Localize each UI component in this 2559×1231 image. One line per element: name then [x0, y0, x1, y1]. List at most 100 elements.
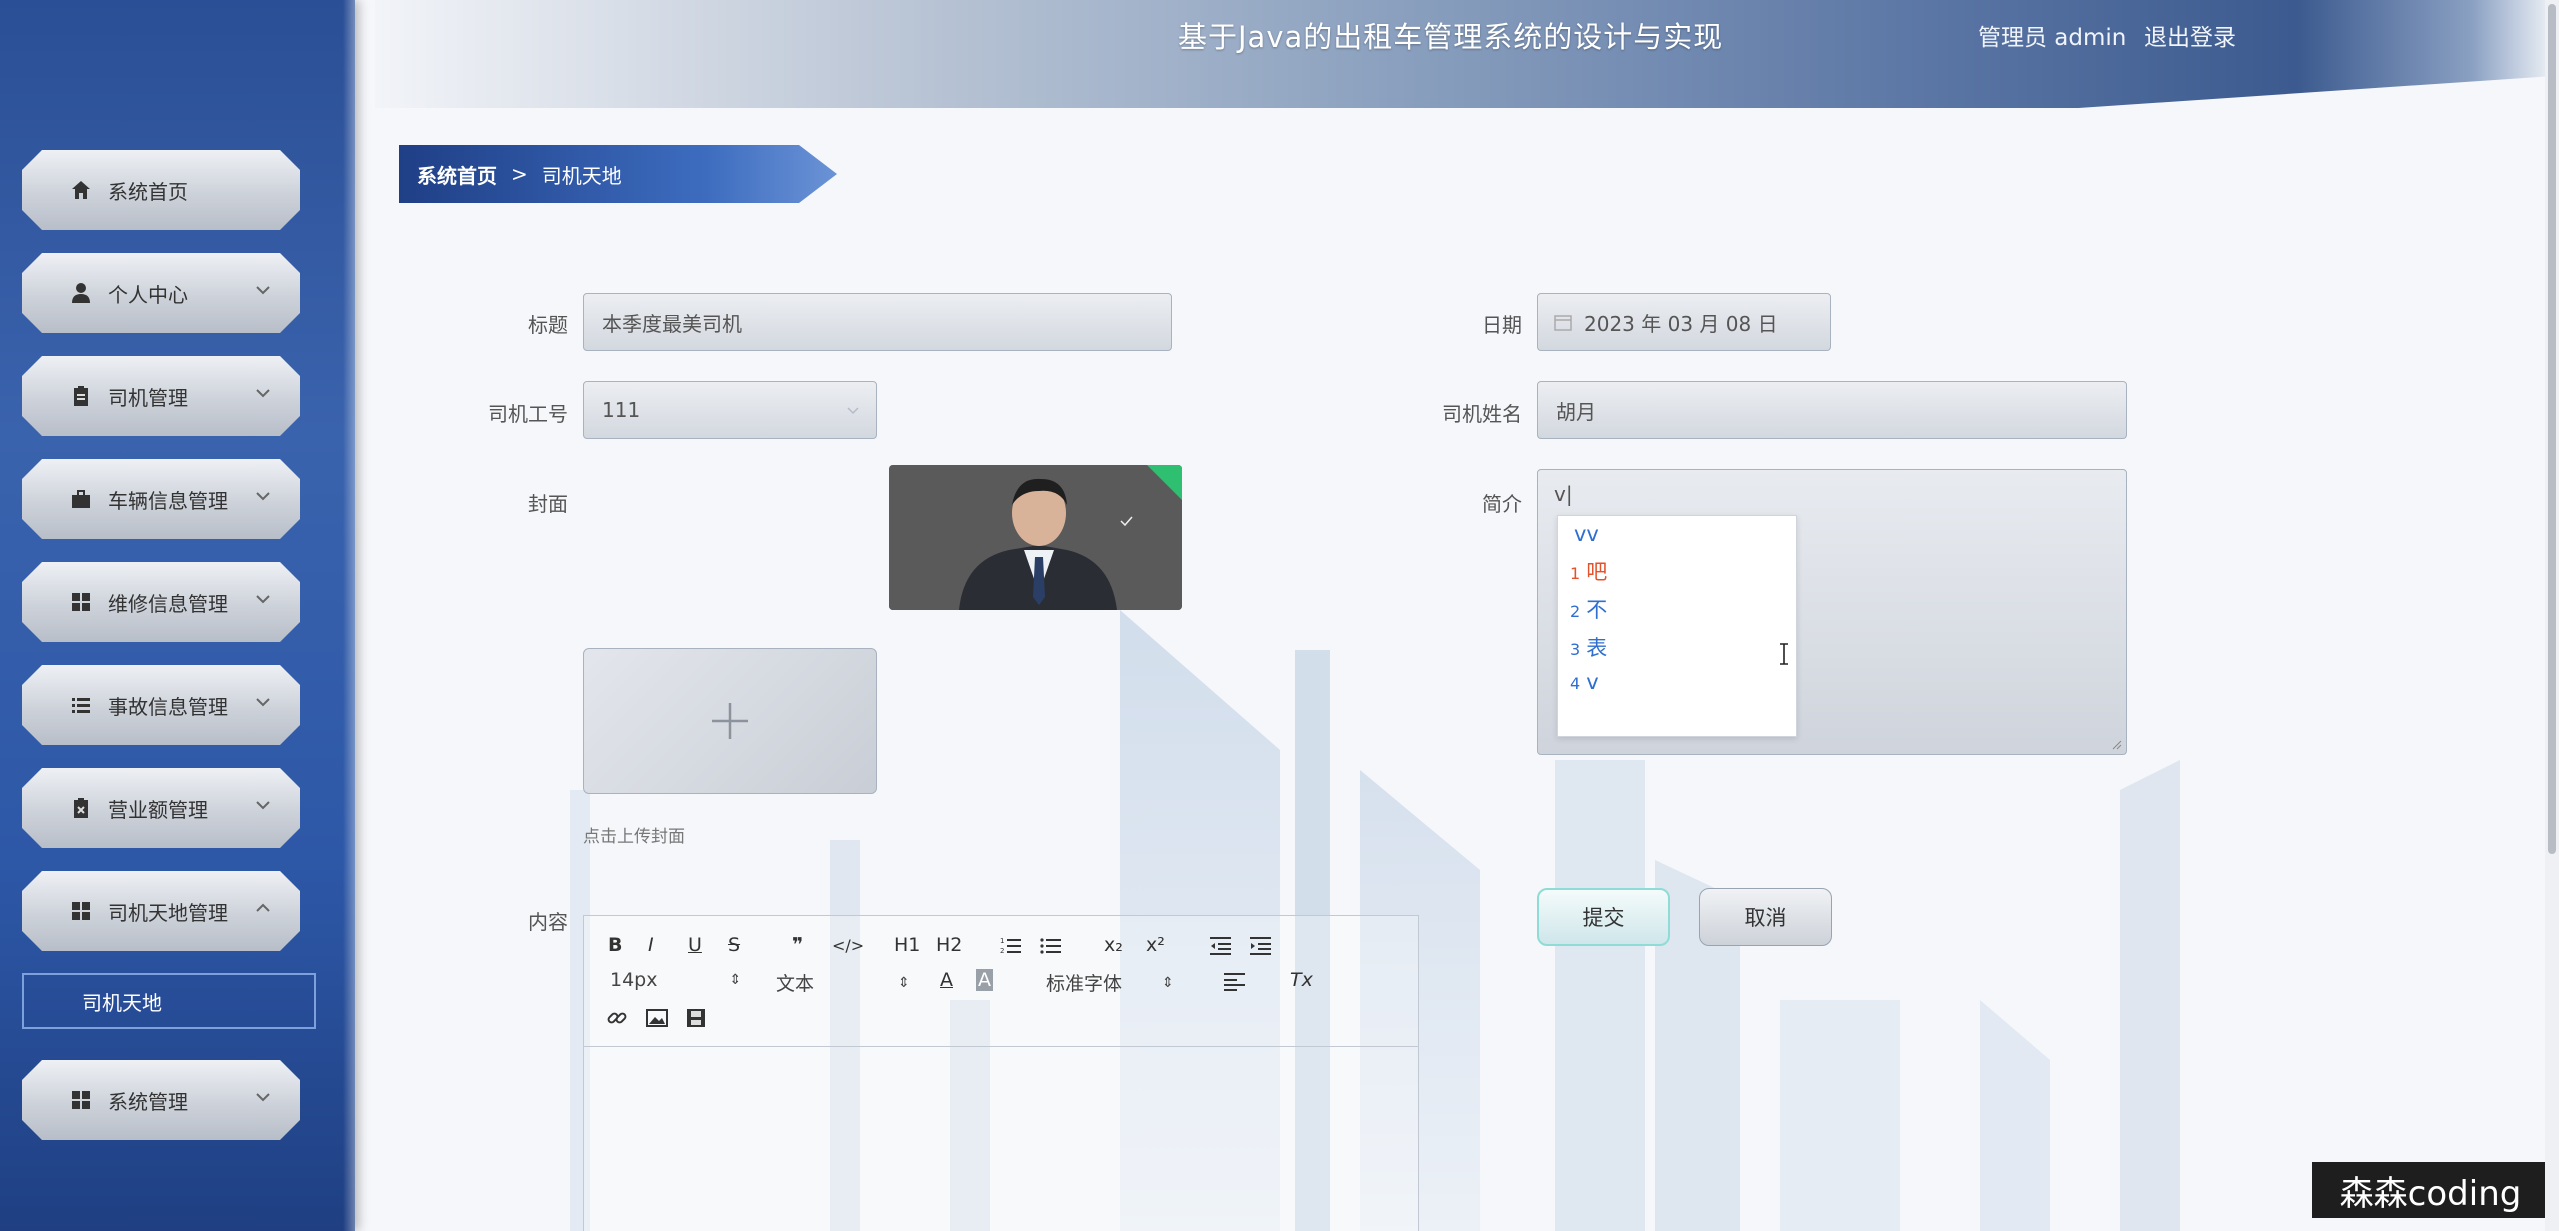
sidebar-item-home[interactable]: 系统首页 [22, 150, 300, 230]
home-icon [68, 177, 94, 203]
subscript-button[interactable]: x₂ [1104, 934, 1123, 956]
indent-icon[interactable] [1250, 936, 1272, 956]
user-icon [68, 280, 94, 306]
select-arrows-icon: ⇕ [898, 974, 910, 991]
sidebar-item-driver-management[interactable]: 司机管理 [22, 356, 300, 436]
sidebar-subitem-driver-world[interactable]: 司机天地 [22, 973, 316, 1029]
cover-label: 封面 [528, 492, 568, 516]
logout-link[interactable]: 退出登录 [2144, 18, 2236, 52]
outdent-icon[interactable] [1210, 936, 1232, 956]
align-left-icon[interactable] [1224, 972, 1246, 992]
breadcrumb-home[interactable]: 系统首页 [417, 160, 497, 189]
video-icon[interactable] [686, 1008, 706, 1028]
page-scrollbar[interactable] [2545, 0, 2559, 1231]
superscript-button[interactable]: x² [1146, 934, 1165, 956]
grid-icon [68, 1087, 94, 1113]
sidebar-item-driver-world-management[interactable]: 司机天地管理 [22, 871, 300, 951]
briefcase-icon [68, 486, 94, 512]
code-block-button[interactable]: </> [832, 936, 864, 955]
resize-handle-icon[interactable] [2110, 738, 2122, 750]
sidebar-item-label: 车辆信息管理 [108, 488, 228, 513]
font-size-select[interactable]: 14px ⇕ [610, 969, 741, 991]
chevron-down-icon [256, 389, 270, 398]
grid-icon [68, 589, 94, 615]
sidebar-item-revenue[interactable]: 营业额管理 [22, 768, 300, 848]
bullet-list-icon[interactable] [1040, 936, 1062, 956]
page-title: 基于Java的出租车管理系统的设计与实现 [1178, 20, 1724, 54]
list-icon [68, 692, 94, 718]
chevron-down-icon [256, 286, 270, 295]
plus-icon [712, 703, 748, 739]
select-arrows-icon: ⇕ [729, 972, 742, 988]
select-arrows-icon: ⇕ [1162, 974, 1174, 991]
upload-tip: 点击上传封面 [583, 827, 685, 847]
clean-format-button[interactable]: Tx [1290, 969, 1313, 991]
font-family-select[interactable]: 标准字体 ⇕ [1046, 969, 1174, 996]
sidebar-item-label: 司机天地管理 [108, 900, 228, 925]
link-icon[interactable] [606, 1007, 628, 1029]
title-input[interactable]: 本季度最美司机 [583, 293, 1172, 351]
sidebar-item-label: 事故信息管理 [108, 694, 228, 719]
driver-id-select[interactable]: 111 [583, 381, 877, 439]
sidebar-item-label: 系统首页 [108, 179, 188, 204]
font-color-icon[interactable]: A [940, 969, 953, 991]
intro-label: 简介 [1482, 492, 1522, 516]
ordered-list-icon[interactable]: 12 [1000, 936, 1022, 956]
date-picker[interactable]: 2023 年 03 月 08 日 [1537, 293, 1831, 351]
sidebar-item-label: 营业额管理 [108, 797, 208, 822]
editor-toolbar: B I U S ❞ </> H1 H2 12 x₂ x² 14px ⇕ 文本 ⇕ A… [584, 916, 1418, 1047]
image-icon[interactable] [646, 1008, 668, 1028]
ime-candidate[interactable]: 2不 [1570, 594, 1607, 624]
sidebar-item-vehicle-info[interactable]: 车辆信息管理 [22, 459, 300, 539]
h2-button[interactable]: H2 [936, 934, 962, 956]
bold-button[interactable]: B [608, 934, 622, 956]
chevron-down-icon [256, 492, 270, 501]
ime-composition: vv [1574, 522, 1599, 546]
sidebar-item-label: 司机管理 [108, 385, 188, 410]
cover-upload-button[interactable] [583, 648, 877, 794]
cover-image[interactable] [889, 465, 1182, 610]
driver-portrait-image [889, 465, 1182, 610]
title-label: 标题 [528, 313, 568, 337]
cancel-button[interactable]: 取消 [1699, 888, 1832, 946]
sidebar: 系统首页 个人中心 司机管理 车辆信息管理 维修信息管理 事故信息管理 营业额管… [0, 0, 355, 1231]
ime-candidate[interactable]: 3表 [1570, 632, 1607, 662]
h1-button[interactable]: H1 [894, 934, 920, 956]
ime-candidate[interactable]: 1吧 [1570, 556, 1607, 586]
breadcrumb-current: 司机天地 [541, 163, 622, 188]
sidebar-item-personal-center[interactable]: 个人中心 [22, 253, 300, 333]
driver-name-label: 司机姓名 [1442, 402, 1522, 426]
sidebar-item-system-management[interactable]: 系统管理 [22, 1060, 300, 1140]
sidebar-item-label: 维修信息管理 [108, 591, 228, 616]
clipboard-icon [68, 383, 94, 409]
date-value: 2023 年 03 月 08 日 [1584, 311, 1778, 336]
date-label: 日期 [1482, 313, 1522, 337]
strike-button[interactable]: S [728, 934, 740, 956]
underline-button[interactable]: U [688, 934, 702, 956]
driver-id-value: 111 [602, 398, 641, 422]
scrollbar-thumb[interactable] [2548, 4, 2556, 854]
sidebar-item-repair-info[interactable]: 维修信息管理 [22, 562, 300, 642]
header-select[interactable]: 文本 ⇕ [776, 969, 910, 996]
sidebar-item-label: 个人中心 [108, 282, 188, 307]
rich-text-editor[interactable]: B I U S ❞ </> H1 H2 12 x₂ x² 14px ⇕ 文本 ⇕ A… [583, 915, 1419, 1231]
svg-text:2: 2 [1000, 947, 1004, 955]
sidebar-item-label: 系统管理 [108, 1089, 188, 1114]
chevron-down-icon [256, 698, 270, 707]
current-user: 管理员 admin [1978, 25, 2127, 51]
driver-name-input[interactable]: 胡月 [1537, 381, 2127, 439]
text-cursor-icon [1780, 643, 1788, 665]
content-label: 内容 [528, 910, 568, 934]
blockquote-button[interactable]: ❞ [792, 934, 803, 956]
chevron-down-icon [256, 1093, 270, 1102]
breadcrumb-separator: > [511, 162, 528, 186]
clipboard-x-icon [68, 795, 94, 821]
submit-button[interactable]: 提交 [1537, 888, 1670, 946]
italic-button[interactable]: I [648, 934, 654, 956]
background-color-icon[interactable]: A [976, 969, 993, 991]
sidebar-item-accident-info[interactable]: 事故信息管理 [22, 665, 300, 745]
ime-candidate[interactable]: 4v [1570, 670, 1599, 694]
watermark: 森森coding [2312, 1162, 2549, 1218]
svg-text:1: 1 [1000, 937, 1004, 945]
calendar-icon [1554, 315, 1572, 331]
